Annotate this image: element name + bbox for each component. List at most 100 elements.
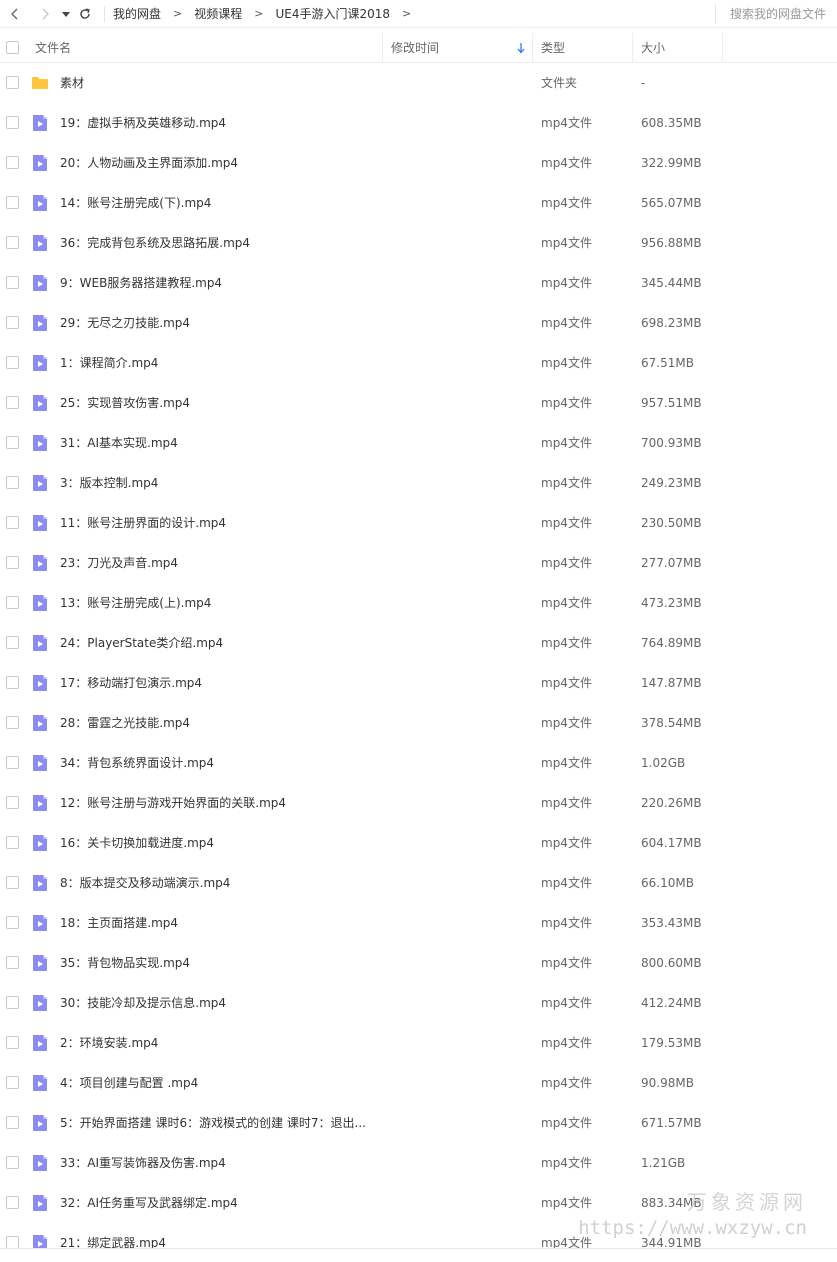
file-row[interactable]: 13：账号注册完成(上).mp4 mp4文件 473.23MB (0, 583, 837, 623)
file-name[interactable]: 20：人物动画及主界面添加.mp4 (60, 143, 238, 183)
row-checkbox[interactable] (6, 1236, 19, 1248)
file-row[interactable]: 25：实现普攻伤害.mp4 mp4文件 957.51MB (0, 383, 837, 423)
row-checkbox[interactable] (6, 956, 19, 969)
file-row[interactable]: 11：账号注册界面的设计.mp4 mp4文件 230.50MB (0, 503, 837, 543)
file-name[interactable]: 33：AI重写装饰器及伤害.mp4 (60, 1143, 226, 1183)
file-row[interactable]: 30：技能冷却及提示信息.mp4 mp4文件 412.24MB (0, 983, 837, 1023)
row-checkbox[interactable] (6, 1156, 19, 1169)
file-name[interactable]: 16：关卡切换加载进度.mp4 (60, 823, 214, 863)
file-row[interactable]: 9：WEB服务器搭建教程.mp4 mp4文件 345.44MB (0, 263, 837, 303)
file-name[interactable]: 13：账号注册完成(上).mp4 (60, 583, 211, 623)
row-checkbox[interactable] (6, 1076, 19, 1089)
row-checkbox[interactable] (6, 396, 19, 409)
row-checkbox[interactable] (6, 236, 19, 249)
file-row[interactable]: 36：完成背包系统及思路拓展.mp4 mp4文件 956.88MB (0, 223, 837, 263)
file-row[interactable]: 8：版本提交及移动端演示.mp4 mp4文件 66.10MB (0, 863, 837, 903)
file-name[interactable]: 素材 (60, 63, 84, 103)
file-row[interactable]: 3：版本控制.mp4 mp4文件 249.23MB (0, 463, 837, 503)
file-name[interactable]: 36：完成背包系统及思路拓展.mp4 (60, 223, 250, 263)
row-checkbox[interactable] (6, 276, 19, 289)
file-name[interactable]: 28：雷霆之光技能.mp4 (60, 703, 190, 743)
file-row[interactable]: 12：账号注册与游戏开始界面的关联.mp4 mp4文件 220.26MB (0, 783, 837, 823)
row-checkbox[interactable] (6, 436, 19, 449)
row-checkbox[interactable] (6, 916, 19, 929)
history-dropdown-button[interactable] (60, 3, 72, 25)
file-name[interactable]: 31：AI基本实现.mp4 (60, 423, 178, 463)
file-name[interactable]: 25：实现普攻伤害.mp4 (60, 383, 190, 423)
row-checkbox[interactable] (6, 876, 19, 889)
row-checkbox[interactable] (6, 996, 19, 1009)
file-name[interactable]: 21：绑定武器.mp4 (60, 1223, 166, 1248)
file-row[interactable]: 16：关卡切换加载进度.mp4 mp4文件 604.17MB (0, 823, 837, 863)
row-checkbox[interactable] (6, 76, 19, 89)
file-name[interactable]: 3：版本控制.mp4 (60, 463, 158, 503)
file-row[interactable]: 19：虚拟手柄及英雄移动.mp4 mp4文件 608.35MB (0, 103, 837, 143)
file-name[interactable]: 29：无尽之刃技能.mp4 (60, 303, 190, 343)
file-name[interactable]: 14：账号注册完成(下).mp4 (60, 183, 211, 223)
file-name[interactable]: 35：背包物品实现.mp4 (60, 943, 190, 983)
column-divider[interactable] (532, 33, 533, 63)
row-checkbox[interactable] (6, 476, 19, 489)
row-checkbox[interactable] (6, 316, 19, 329)
row-checkbox[interactable] (6, 836, 19, 849)
row-checkbox[interactable] (6, 196, 19, 209)
file-name[interactable]: 17：移动端打包演示.mp4 (60, 663, 202, 703)
file-row[interactable]: 21：绑定武器.mp4 mp4文件 344.91MB (0, 1223, 837, 1248)
row-checkbox[interactable] (6, 356, 19, 369)
file-name[interactable]: 34：背包系统界面设计.mp4 (60, 743, 214, 783)
select-all-checkbox[interactable] (6, 41, 19, 54)
file-row[interactable]: 31：AI基本实现.mp4 mp4文件 700.93MB (0, 423, 837, 463)
file-row[interactable]: 24：PlayerState类介绍.mp4 mp4文件 764.89MB (0, 623, 837, 663)
row-checkbox[interactable] (6, 116, 19, 129)
column-header-modified[interactable]: 修改时间 (391, 33, 439, 63)
file-row[interactable]: 34：背包系统界面设计.mp4 mp4文件 1.02GB (0, 743, 837, 783)
row-checkbox[interactable] (6, 556, 19, 569)
file-name[interactable]: 12：账号注册与游戏开始界面的关联.mp4 (60, 783, 286, 823)
file-name[interactable]: 2：环境安装.mp4 (60, 1023, 158, 1063)
breadcrumb-item[interactable]: UE4手游入门课2018 (275, 5, 390, 22)
breadcrumb-separator-icon[interactable]: > (402, 7, 411, 20)
column-header-type[interactable]: 类型 (541, 33, 565, 63)
forward-button[interactable] (34, 3, 56, 25)
file-row[interactable]: 5：开始界面搭建 课时6：游戏模式的创建 课时7：退出... mp4文件 671.5… (0, 1103, 837, 1143)
file-name[interactable]: 32：AI任务重写及武器绑定.mp4 (60, 1183, 238, 1223)
row-checkbox[interactable] (6, 796, 19, 809)
file-row[interactable]: 32：AI任务重写及武器绑定.mp4 mp4文件 883.34MB (0, 1183, 837, 1223)
file-row[interactable]: 33：AI重写装饰器及伤害.mp4 mp4文件 1.21GB (0, 1143, 837, 1183)
breadcrumb-item[interactable]: 视频课程 (194, 5, 242, 22)
file-row[interactable]: 29：无尽之刃技能.mp4 mp4文件 698.23MB (0, 303, 837, 343)
file-row[interactable]: 23：刀光及声音.mp4 mp4文件 277.07MB (0, 543, 837, 583)
file-name[interactable]: 4：项目创建与配置 .mp4 (60, 1063, 198, 1103)
file-name[interactable]: 9：WEB服务器搭建教程.mp4 (60, 263, 222, 303)
file-name[interactable]: 23：刀光及声音.mp4 (60, 543, 178, 583)
file-name[interactable]: 24：PlayerState类介绍.mp4 (60, 623, 223, 663)
folder-row[interactable]: 素材 文件夹 - (0, 63, 837, 103)
file-name[interactable]: 8：版本提交及移动端演示.mp4 (60, 863, 230, 903)
row-checkbox[interactable] (6, 716, 19, 729)
column-divider[interactable] (632, 33, 633, 63)
file-row[interactable]: 28：雷霆之光技能.mp4 mp4文件 378.54MB (0, 703, 837, 743)
row-checkbox[interactable] (6, 516, 19, 529)
file-name[interactable]: 11：账号注册界面的设计.mp4 (60, 503, 226, 543)
row-checkbox[interactable] (6, 756, 19, 769)
file-name[interactable]: 1：课程简介.mp4 (60, 343, 158, 383)
row-checkbox[interactable] (6, 1196, 19, 1209)
file-name[interactable]: 5：开始界面搭建 课时6：游戏模式的创建 课时7：退出... (60, 1103, 366, 1143)
file-row[interactable]: 18：主页面搭建.mp4 mp4文件 353.43MB (0, 903, 837, 943)
sort-descending-icon[interactable] (516, 42, 526, 54)
file-name[interactable]: 18：主页面搭建.mp4 (60, 903, 178, 943)
file-name[interactable]: 19：虚拟手柄及英雄移动.mp4 (60, 103, 226, 143)
row-checkbox[interactable] (6, 156, 19, 169)
row-checkbox[interactable] (6, 596, 19, 609)
column-divider[interactable] (382, 33, 383, 63)
file-row[interactable]: 20：人物动画及主界面添加.mp4 mp4文件 322.99MB (0, 143, 837, 183)
row-checkbox[interactable] (6, 676, 19, 689)
search-input[interactable]: 搜索我的网盘文件 (715, 4, 837, 24)
row-checkbox[interactable] (6, 1116, 19, 1129)
row-checkbox[interactable] (6, 1036, 19, 1049)
file-row[interactable]: 4：项目创建与配置 .mp4 mp4文件 90.98MB (0, 1063, 837, 1103)
column-divider[interactable] (722, 33, 723, 63)
column-header-name[interactable]: 文件名 (35, 33, 71, 63)
file-row[interactable]: 2：环境安装.mp4 mp4文件 179.53MB (0, 1023, 837, 1063)
file-row[interactable]: 14：账号注册完成(下).mp4 mp4文件 565.07MB (0, 183, 837, 223)
